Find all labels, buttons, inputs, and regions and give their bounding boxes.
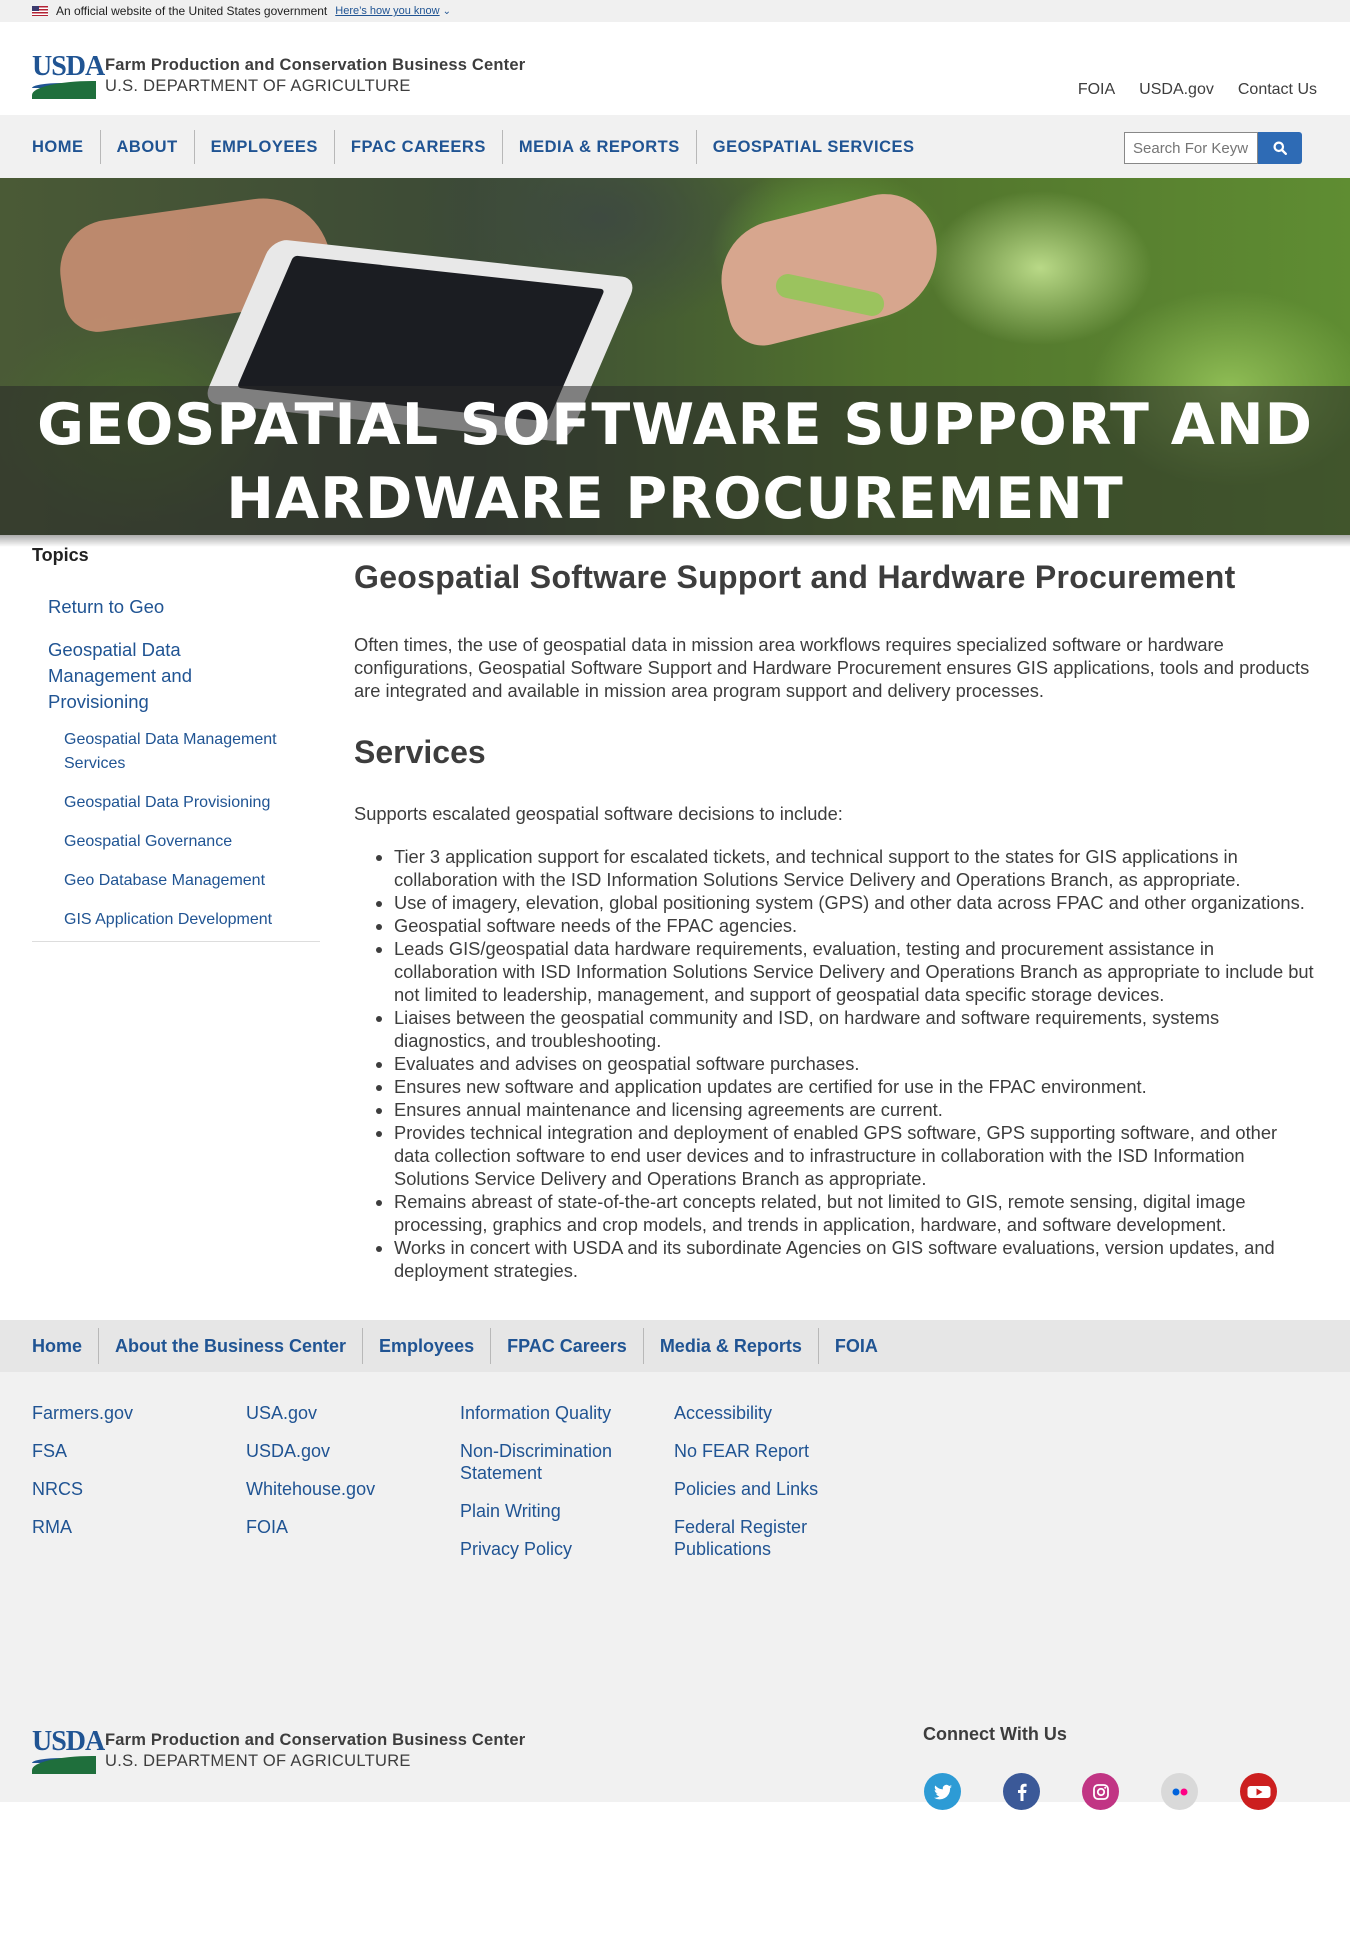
sidebar-link-data-management-provisioning[interactable]: Geospatial Data Management and Provision… xyxy=(48,637,238,715)
footer-logo[interactable]: USDA Farm Production and Conservation Bu… xyxy=(32,1726,526,1774)
search-button[interactable] xyxy=(1258,132,1302,164)
gov-banner-text: An official website of the United States… xyxy=(56,4,328,18)
sidebar-sublink-governance[interactable]: Geospatial Governance xyxy=(64,830,320,854)
nav-fpac-careers[interactable]: FPAC CAREERS xyxy=(333,129,502,164)
footer-link[interactable]: Information Quality xyxy=(460,1402,674,1424)
footer-link[interactable]: Whitehouse.gov xyxy=(246,1478,460,1500)
flickr-icon[interactable] xyxy=(1161,1773,1198,1810)
search-form xyxy=(1124,132,1302,164)
nav-geospatial-services[interactable]: GEOSPATIAL SERVICES xyxy=(695,129,931,164)
utility-link-contact[interactable]: Contact Us xyxy=(1238,81,1317,99)
sidebar-divider xyxy=(32,941,320,942)
list-item: Leads GIS/geospatial data hardware requi… xyxy=(394,937,1314,1006)
footer-nav-foia[interactable]: FOIA xyxy=(817,1328,894,1364)
content-area: Topics Return to Geo Geospatial Data Man… xyxy=(0,545,1350,1282)
footer-nav-media[interactable]: Media & Reports xyxy=(642,1328,818,1364)
list-item: Liaises between the geospatial community… xyxy=(394,1006,1314,1052)
list-item: Geospatial software needs of the FPAC ag… xyxy=(394,914,1314,937)
footer-org-name: Farm Production and Conservation Busines… xyxy=(105,1731,526,1749)
hero-banner: GEOSPATIAL SOFTWARE SUPPORT AND HARDWARE… xyxy=(0,178,1350,535)
sidebar: Topics Return to Geo Geospatial Data Man… xyxy=(32,545,320,1282)
list-item: Works in concert with USDA and its subor… xyxy=(394,1236,1314,1282)
search-input[interactable] xyxy=(1124,132,1258,164)
footer-link[interactable]: NRCS xyxy=(32,1478,246,1500)
youtube-icon[interactable] xyxy=(1240,1773,1277,1810)
footer-link[interactable]: Federal Register Publications xyxy=(674,1516,834,1560)
utility-link-usda[interactable]: USDA.gov xyxy=(1139,81,1214,99)
utility-link-foia[interactable]: FOIA xyxy=(1078,81,1115,99)
list-item: Tier 3 application support for escalated… xyxy=(394,845,1314,891)
footer-link[interactable]: No FEAR Report xyxy=(674,1440,888,1462)
list-item: Use of imagery, elevation, global positi… xyxy=(394,891,1314,914)
utility-links: FOIA USDA.gov Contact Us xyxy=(1078,81,1317,99)
sidebar-sublink-data-management-services[interactable]: Geospatial Data Management Services xyxy=(64,728,284,776)
services-lead: Supports escalated geospatial software d… xyxy=(354,803,843,824)
footer-link[interactable]: Non-Discrimination Statement xyxy=(460,1440,640,1484)
footer-dept-name: U.S. DEPARTMENT OF AGRICULTURE xyxy=(105,1752,411,1770)
footer-col-3: Information Quality Non-Discrimination S… xyxy=(460,1402,674,1576)
search-icon xyxy=(1273,141,1287,155)
list-item: Provides technical integration and deplo… xyxy=(394,1121,1314,1190)
site-footer: Farmers.gov FSA NRCS RMA USA.gov USDA.go… xyxy=(0,1372,1350,1810)
footer-link[interactable]: USA.gov xyxy=(246,1402,460,1424)
footer-nav-home[interactable]: Home xyxy=(32,1328,98,1364)
connect-with-us: Connect With Us xyxy=(923,1724,1277,1810)
list-item: Remains abreast of state-of-the-art conc… xyxy=(394,1190,1314,1236)
nav-about[interactable]: ABOUT xyxy=(99,129,194,164)
sidebar-sublink-gis-app-dev[interactable]: GIS Application Development xyxy=(64,908,320,932)
sidebar-sublink-geo-database[interactable]: Geo Database Management xyxy=(64,869,320,893)
footer-link[interactable]: FOIA xyxy=(246,1516,460,1538)
footer-nav-careers[interactable]: FPAC Careers xyxy=(490,1328,643,1364)
list-item: Evaluates and advises on geospatial soft… xyxy=(394,1052,1314,1075)
footer-link[interactable]: Policies and Links xyxy=(674,1478,888,1500)
footer-nav-employees[interactable]: Employees xyxy=(362,1328,490,1364)
us-flag-icon xyxy=(32,6,48,16)
social-links xyxy=(924,1773,1277,1810)
footer-nav: Home About the Business Center Employees… xyxy=(0,1320,1350,1372)
footer-link[interactable]: USDA.gov xyxy=(246,1440,460,1462)
list-item: Ensures new software and application upd… xyxy=(394,1075,1314,1098)
footer-col-1: Farmers.gov FSA NRCS RMA xyxy=(32,1402,246,1576)
sidebar-link-return-to-geo[interactable]: Return to Geo xyxy=(48,594,320,620)
usda-logo-icon: USDA xyxy=(32,51,105,99)
site-logo[interactable]: USDA Farm Production and Conservation Bu… xyxy=(32,51,526,99)
sidebar-heading: Topics xyxy=(32,545,89,565)
nav-media-reports[interactable]: MEDIA & REPORTS xyxy=(501,129,696,164)
main-nav: HOME ABOUT EMPLOYEES FPAC CAREERS MEDIA … xyxy=(0,115,1350,178)
facebook-icon[interactable] xyxy=(1003,1773,1040,1810)
footer-link[interactable]: FSA xyxy=(32,1440,246,1462)
gov-banner: An official website of the United States… xyxy=(0,0,1350,22)
footer-link[interactable]: Privacy Policy xyxy=(460,1538,674,1560)
footer-link[interactable]: RMA xyxy=(32,1516,246,1538)
hero-title: GEOSPATIAL SOFTWARE SUPPORT AND HARDWARE… xyxy=(37,392,1313,532)
twitter-icon[interactable] xyxy=(924,1773,961,1810)
services-heading: Services xyxy=(354,734,486,770)
services-list: Tier 3 application support for escalated… xyxy=(354,845,1314,1282)
site-header: USDA Farm Production and Conservation Bu… xyxy=(0,22,1350,115)
connect-heading: Connect With Us xyxy=(923,1724,1067,1744)
org-name: Farm Production and Conservation Busines… xyxy=(105,56,526,74)
chevron-down-icon[interactable]: ⌄ xyxy=(443,6,451,17)
footer-link-columns: Farmers.gov FSA NRCS RMA USA.gov USDA.go… xyxy=(0,1372,1350,1576)
footer-link[interactable]: Accessibility xyxy=(674,1402,888,1424)
page-title: Geospatial Software Support and Hardware… xyxy=(354,559,1236,595)
footer-col-2: USA.gov USDA.gov Whitehouse.gov FOIA xyxy=(246,1402,460,1576)
dept-name: U.S. DEPARTMENT OF AGRICULTURE xyxy=(105,77,411,95)
footer-nav-about[interactable]: About the Business Center xyxy=(98,1328,362,1364)
usda-logo-icon: USDA xyxy=(32,1726,105,1774)
heres-how-you-know-link[interactable]: Here’s how you know xyxy=(335,5,439,17)
list-item: Ensures annual maintenance and licensing… xyxy=(394,1098,1314,1121)
nav-home[interactable]: HOME xyxy=(32,130,100,164)
footer-link[interactable]: Plain Writing xyxy=(460,1500,674,1522)
instagram-icon[interactable] xyxy=(1082,1773,1119,1810)
nav-employees[interactable]: EMPLOYEES xyxy=(193,129,334,164)
intro-paragraph: Often times, the use of geospatial data … xyxy=(354,634,1310,701)
main-content: Geospatial Software Support and Hardware… xyxy=(354,545,1314,1282)
footer-col-4: Accessibility No FEAR Report Policies an… xyxy=(674,1402,888,1576)
footer-link[interactable]: Farmers.gov xyxy=(32,1402,246,1424)
sidebar-sublink-data-provisioning[interactable]: Geospatial Data Provisioning xyxy=(64,791,320,815)
